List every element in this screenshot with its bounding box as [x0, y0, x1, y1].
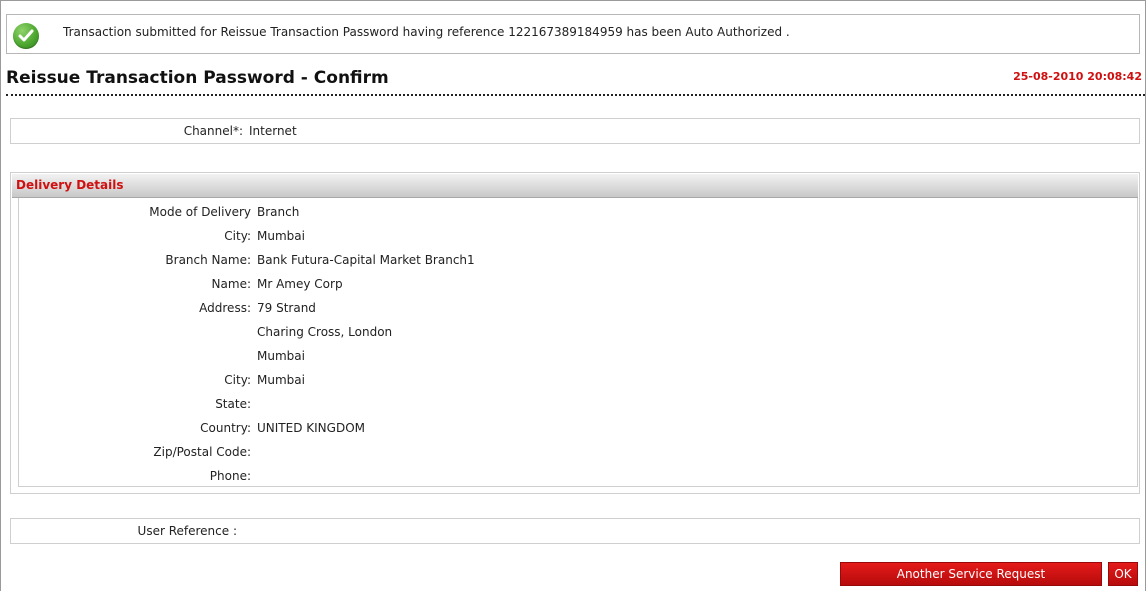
detail-value: UNITED KINGDOM: [257, 421, 365, 435]
detail-label: Address:: [199, 301, 251, 315]
detail-label: Phone:: [209, 469, 251, 483]
delivery-details-body: Mode of Delivery Branch City: Mumbai Bra…: [18, 198, 1138, 487]
detail-row-state: State:: [19, 392, 1137, 416]
detail-row-city2: City: Mumbai: [19, 368, 1137, 392]
delivery-details-header: Delivery Details: [12, 174, 1138, 198]
detail-row-address: Address: 79 Strand: [19, 296, 1137, 320]
detail-row-address-line3: Mumbai: [19, 344, 1137, 368]
user-reference-row: User Reference :: [10, 518, 1140, 544]
detail-value: Charing Cross, London: [257, 325, 393, 339]
detail-row-phone: Phone:: [19, 464, 1137, 488]
delivery-details-section: Delivery Details Mode of Delivery Branch…: [10, 172, 1140, 494]
detail-row-zip: Zip/Postal Code:: [19, 440, 1137, 464]
delivery-details-title: Delivery Details: [16, 178, 124, 192]
detail-value: Mumbai: [257, 373, 305, 387]
check-circle-icon: [13, 23, 39, 49]
detail-label: Zip/Postal Code:: [153, 445, 251, 459]
ok-button[interactable]: OK: [1108, 562, 1138, 586]
page-title: Reissue Transaction Password - Confirm: [6, 68, 389, 88]
another-service-request-button[interactable]: Another Service Request: [840, 562, 1102, 586]
detail-label: Name:: [211, 277, 251, 291]
detail-row-branch-name: Branch Name: Bank Futura-Capital Market …: [19, 248, 1137, 272]
detail-label: Country:: [200, 421, 251, 435]
detail-value: Mumbai: [257, 229, 305, 243]
detail-value: Mumbai: [257, 349, 305, 363]
detail-label: Branch Name:: [165, 253, 251, 267]
detail-row-city: City: Mumbai: [19, 224, 1137, 248]
success-message-text: Transaction submitted for Reissue Transa…: [63, 25, 790, 39]
detail-value: 79 Strand: [257, 301, 316, 315]
channel-row: Channel*: Internet: [10, 118, 1140, 144]
channel-value: Internet: [249, 124, 297, 138]
detail-value: Bank Futura-Capital Market Branch1: [257, 253, 475, 267]
detail-value: Branch: [257, 205, 300, 219]
detail-label: City:: [224, 373, 251, 387]
detail-row-mode: Mode of Delivery Branch: [19, 200, 1137, 224]
detail-label: Mode of Delivery: [149, 205, 251, 219]
detail-row-name: Name: Mr Amey Corp: [19, 272, 1137, 296]
user-reference-label: User Reference :: [137, 524, 237, 538]
detail-value: Mr Amey Corp: [257, 277, 343, 291]
detail-row-address-line2: Charing Cross, London: [19, 320, 1137, 344]
success-message-bar: Transaction submitted for Reissue Transa…: [6, 14, 1140, 54]
detail-label: City:: [224, 229, 251, 243]
title-divider: [6, 94, 1145, 96]
detail-row-country: Country: UNITED KINGDOM: [19, 416, 1137, 440]
channel-label: Channel*:: [183, 124, 243, 138]
detail-label: State:: [215, 397, 251, 411]
timestamp: 25-08-2010 20:08:42: [1013, 70, 1142, 83]
